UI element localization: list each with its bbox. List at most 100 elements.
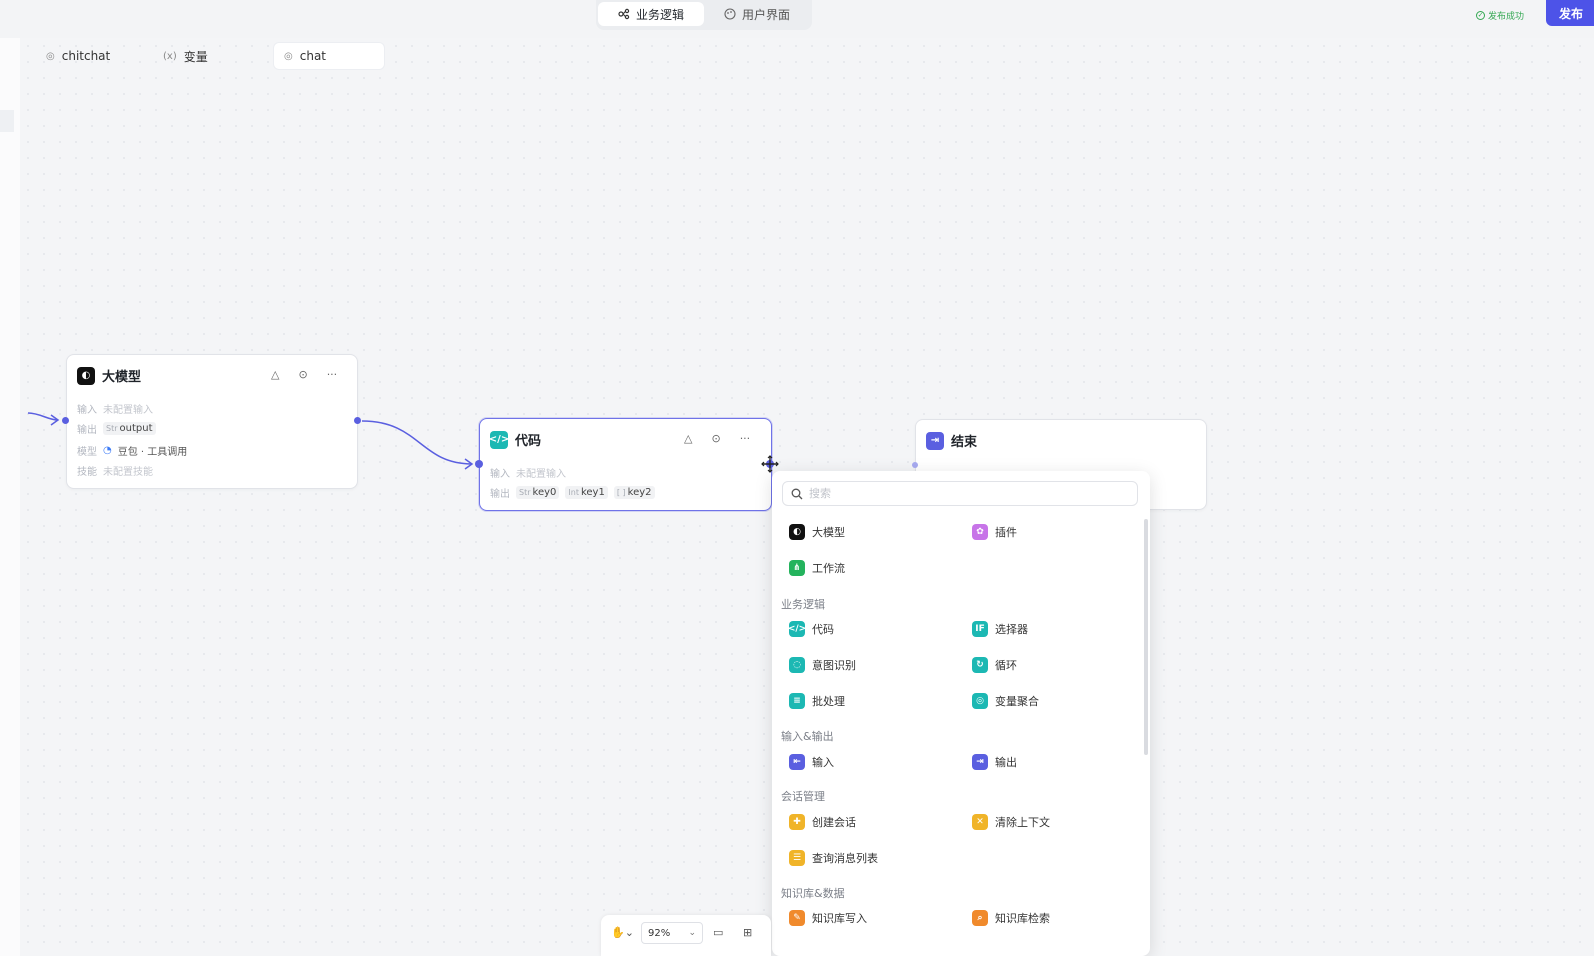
drag-connect-cursor-icon	[761, 455, 779, 473]
category-knowledge: 知识库&数据	[781, 887, 845, 900]
menu-item-llm[interactable]: ◐ 大模型	[789, 524, 845, 540]
node-input-row: 输入 未配置输入	[77, 401, 153, 416]
menu-scrollbar[interactable]	[1144, 519, 1148, 755]
chat-clear-icon: ✕	[972, 814, 988, 830]
node-header: ◐ 大模型	[77, 366, 141, 385]
row-label: 输出	[490, 489, 510, 500]
model-value: 豆包 · 工具调用	[117, 447, 188, 458]
menu-item-knowledge-write[interactable]: ✎ 知识库写入	[789, 910, 867, 926]
test-run-icon[interactable]: △	[684, 432, 692, 445]
menu-item-code[interactable]: </> 代码	[788, 621, 834, 637]
loop-icon: ↻	[972, 657, 988, 673]
menu-item-label: 循环	[995, 659, 1017, 672]
code-icon: </>	[788, 621, 806, 637]
node-picker-menu: ◐ 大模型 ✿ 插件 ⋔ 工作流 业务逻辑 </> 代码 IF 选择器 ◌ 意图…	[772, 471, 1150, 956]
target-icon[interactable]: ⊙	[298, 368, 307, 381]
menu-item-create-conversation[interactable]: ✚ 创建会话	[789, 814, 856, 830]
output-icon: ⇥	[972, 754, 988, 770]
node-llm[interactable]: ◐ 大模型 △ ⊙ ··· 输入 未配置输入 输出 Str output 模型 ◔…	[66, 354, 358, 489]
row-value: 未配置技能	[103, 467, 153, 478]
menu-item-selector[interactable]: IF 选择器	[972, 621, 1028, 637]
menu-item-label: 工作流	[812, 562, 845, 575]
model-logo-icon: ◔	[103, 445, 112, 456]
input-port[interactable]	[62, 417, 69, 424]
menu-item-label: 大模型	[812, 526, 845, 539]
more-icon[interactable]: ···	[740, 432, 751, 445]
test-run-icon[interactable]: △	[271, 368, 279, 381]
category-io: 输入&输出	[781, 730, 834, 743]
node-code[interactable]: </> 代码 △ ⊙ ··· 输入 未配置输入 输出 Str key0 Int ke…	[479, 418, 772, 511]
menu-item-label: 输出	[995, 756, 1017, 769]
menu-item-input[interactable]: ⇤ 输入	[789, 754, 834, 770]
menu-item-label: 意图识别	[812, 659, 856, 672]
node-title: 代码	[515, 434, 542, 449]
input-icon: ⇤	[789, 754, 805, 770]
menu-item-clear-context[interactable]: ✕ 清除上下文	[972, 814, 1050, 830]
chat-add-icon: ✚	[789, 814, 805, 830]
menu-item-loop[interactable]: ↻ 循环	[972, 657, 1017, 673]
menu-item-label: 代码	[812, 623, 834, 636]
menu-item-label: 批处理	[812, 695, 845, 708]
node-search	[782, 481, 1138, 506]
llm-icon: ◐	[789, 524, 805, 540]
row-label: 模型	[77, 447, 97, 458]
minimap-icon[interactable]: ⊞	[743, 926, 752, 939]
menu-item-label: 输入	[812, 756, 834, 769]
input-port[interactable]	[912, 462, 918, 468]
output-chip: Str key0	[516, 486, 560, 499]
menu-item-label: 查询消息列表	[812, 852, 878, 865]
row-label: 输入	[490, 469, 510, 480]
node-header: ⇥ 结束	[926, 431, 977, 450]
row-value: 未配置输入	[103, 405, 153, 416]
chip-label: key1	[580, 487, 605, 498]
edge-llm-to-code	[361, 420, 473, 465]
knowledge-write-icon: ✎	[789, 910, 805, 926]
output-port[interactable]	[354, 417, 361, 424]
comment-icon[interactable]: ▭	[713, 926, 723, 939]
type-tag: Str	[106, 424, 118, 433]
node-search-input[interactable]	[809, 487, 1109, 500]
menu-item-label: 插件	[995, 526, 1017, 539]
type-tag: Str	[519, 488, 531, 497]
menu-item-output[interactable]: ⇥ 输出	[972, 754, 1017, 770]
output-chip: Int key1	[565, 486, 608, 499]
knowledge-search-icon: ⌕	[972, 910, 988, 926]
node-output-row: 输出 Str output	[77, 421, 156, 436]
row-value: 未配置输入	[516, 469, 566, 480]
menu-item-variable-merge[interactable]: ◎ 变量聚合	[972, 693, 1039, 709]
llm-icon: ◐	[77, 366, 95, 385]
zoom-select[interactable]: 92% ⌄	[641, 922, 703, 944]
chip-label: key2	[627, 487, 652, 498]
hand-tool-icon[interactable]: ✋⌄	[611, 926, 634, 939]
row-label: 输出	[77, 425, 97, 436]
menu-item-intent[interactable]: ◌ 意图识别	[789, 657, 856, 673]
node-skill-row: 技能 未配置技能	[77, 463, 153, 478]
menu-item-label: 创建会话	[812, 816, 856, 829]
chip-label: key0	[532, 487, 557, 498]
node-model-row: 模型 ◔ 豆包 · 工具调用	[77, 443, 187, 458]
node-output-row: 输出 Str key0 Int key1 [ ] key2	[490, 485, 655, 500]
merge-icon: ◎	[972, 693, 988, 709]
node-title: 结束	[951, 435, 978, 450]
type-tag: [ ]	[616, 488, 626, 497]
menu-item-query-messages[interactable]: ☰ 查询消息列表	[789, 850, 878, 866]
menu-item-plugin[interactable]: ✿ 插件	[972, 524, 1017, 540]
menu-item-batch[interactable]: ≡ 批处理	[789, 693, 845, 709]
node-header: </> 代码	[489, 430, 542, 449]
menu-item-label: 知识库检索	[995, 912, 1050, 925]
intent-icon: ◌	[789, 657, 805, 673]
node-actions: △ ⊙ ···	[271, 368, 337, 381]
zoom-value: 92%	[648, 927, 671, 939]
menu-item-knowledge-search[interactable]: ⌕ 知识库检索	[972, 910, 1050, 926]
canvas-toolbar: ✋⌄ 92% ⌄ ▭ ⊞	[601, 915, 771, 956]
category-conversation: 会话管理	[781, 790, 825, 803]
code-icon: </>	[489, 430, 509, 449]
output-chip: Str output	[103, 422, 156, 435]
target-icon[interactable]: ⊙	[711, 432, 720, 445]
more-icon[interactable]: ···	[327, 368, 338, 381]
search-icon	[791, 488, 803, 499]
row-label: 技能	[77, 467, 97, 478]
menu-item-workflow[interactable]: ⋔ 工作流	[789, 560, 845, 576]
exit-icon: ⇥	[926, 431, 944, 450]
input-port[interactable]	[475, 460, 483, 468]
